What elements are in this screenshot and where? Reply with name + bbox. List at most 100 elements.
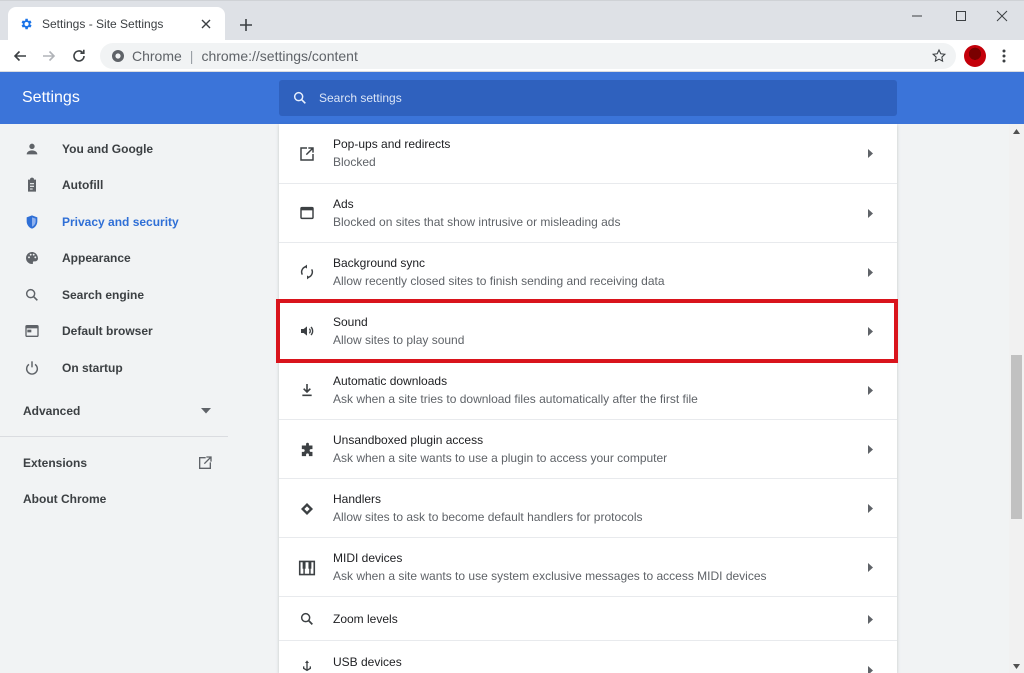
page-title: Settings (22, 89, 80, 106)
search-icon (291, 89, 309, 107)
search-icon (23, 286, 41, 304)
shield-icon (23, 213, 41, 231)
more-menu-icon[interactable] (996, 45, 1012, 67)
sidebar-item-appearance[interactable]: Appearance (0, 240, 230, 276)
row-subtitle: Blocked (333, 155, 376, 169)
volume-icon (297, 321, 317, 341)
browser-window-icon (23, 322, 41, 340)
search-input[interactable]: Search settings (279, 80, 897, 116)
tab-strip: Settings - Site Settings (0, 0, 1024, 41)
row-title: Sound (333, 315, 368, 329)
open-in-new-icon (297, 144, 317, 164)
search-placeholder: Search settings (319, 91, 402, 105)
url-text: chrome://settings/content (201, 48, 358, 64)
advanced-label: Advanced (23, 404, 81, 418)
row-title: Pop-ups and redirects (333, 137, 451, 151)
address-separator: | (189, 48, 194, 64)
sidebar-item-label: On startup (62, 361, 123, 375)
row-subtitle: Allow recently closed sites to finish se… (333, 274, 665, 288)
sidebar-item-you-and-google[interactable]: You and Google (0, 131, 230, 167)
list-item-background-sync[interactable]: Background sync Allow recently closed si… (279, 242, 897, 301)
list-item-automatic-downloads[interactable]: Automatic downloads Ask when a site trie… (279, 360, 897, 419)
site-settings-list: Pop-ups and redirects Blocked Ads Blocke… (279, 124, 897, 673)
chevron-down-icon (200, 405, 212, 417)
row-title: Automatic downloads (333, 374, 448, 388)
sidebar-item-search-engine[interactable]: Search engine (0, 277, 230, 313)
palette-icon (23, 249, 41, 267)
chevron-right-icon (866, 148, 874, 158)
settings-sidebar: You and Google Autofill Privacy and secu… (0, 124, 232, 673)
row-title: Zoom levels (333, 612, 398, 626)
sidebar-item-about-chrome[interactable]: About Chrome (0, 482, 228, 516)
list-item-handlers[interactable]: Handlers Allow sites to ask to become de… (279, 478, 897, 537)
sidebar-item-label: Privacy and security (62, 215, 179, 229)
row-subtitle: Ask when a site tries to download files … (333, 392, 698, 406)
sidebar-item-on-startup[interactable]: On startup (0, 350, 230, 386)
sidebar-item-label: You and Google (62, 142, 154, 156)
list-item-usb-devices[interactable]: USB devices (279, 640, 897, 673)
address-bar[interactable]: Chrome | chrome://settings/content (100, 43, 956, 69)
maximize-icon[interactable] (939, 1, 983, 31)
chevron-right-icon (866, 326, 874, 336)
row-subtitle: Ask when a site wants to use system excl… (333, 569, 767, 583)
list-item-unsandboxed-plugin[interactable]: Unsandboxed plugin access Ask when a sit… (279, 419, 897, 478)
sidebar-item-extensions[interactable]: Extensions (0, 446, 228, 480)
list-item-ads[interactable]: Ads Blocked on sites that show intrusive… (279, 183, 897, 242)
handler-diamond-icon (297, 499, 317, 519)
scrollbar-thumb[interactable] (1011, 355, 1022, 519)
download-icon (297, 380, 317, 400)
sidebar-item-label: Default browser (62, 324, 153, 338)
sidebar-item-label: Appearance (62, 251, 131, 265)
list-item-midi-devices[interactable]: MIDI devices Ask when a site wants to us… (279, 537, 897, 596)
list-item-zoom-levels[interactable]: Zoom levels (279, 596, 897, 640)
bookmark-star-icon[interactable] (930, 47, 948, 65)
sidebar-item-privacy-and-security[interactable]: Privacy and security (0, 204, 230, 240)
row-subtitle: Allow sites to play sound (333, 333, 465, 347)
sidebar-item-default-browser[interactable]: Default browser (0, 313, 230, 349)
sidebar-divider (0, 436, 228, 437)
piano-keys-icon (297, 558, 317, 578)
zoom-icon (297, 609, 317, 629)
chevron-right-icon (866, 614, 874, 624)
gear-icon (18, 16, 34, 32)
row-title: USB devices (333, 655, 402, 669)
scroll-up-arrow-icon[interactable] (1009, 124, 1024, 138)
profile-avatar[interactable] (964, 45, 986, 67)
sidebar-item-autofill[interactable]: Autofill (0, 167, 230, 203)
chevron-right-icon (866, 267, 874, 277)
browser-toolbar: Chrome | chrome://settings/content (0, 40, 1024, 72)
clipboard-icon (23, 176, 41, 194)
list-item-popups[interactable]: Pop-ups and redirects Blocked (279, 124, 897, 183)
advanced-expander[interactable]: Advanced (0, 394, 228, 428)
reload-button[interactable] (67, 44, 91, 68)
chevron-right-icon (866, 665, 874, 673)
back-button[interactable] (8, 44, 32, 68)
row-title: Unsandboxed plugin access (333, 433, 484, 447)
window-icon (297, 203, 317, 223)
minimize-icon[interactable] (895, 1, 939, 31)
chevron-right-icon (866, 562, 874, 572)
chrome-logo-icon (110, 48, 126, 64)
row-title: Ads (333, 197, 354, 211)
chevron-right-icon (866, 385, 874, 395)
new-tab-button[interactable] (235, 14, 257, 36)
open-in-new-icon (196, 454, 214, 472)
forward-button[interactable] (37, 44, 61, 68)
row-subtitle: Blocked on sites that show intrusive or … (333, 215, 621, 229)
row-subtitle: Allow sites to ask to become default han… (333, 510, 643, 524)
row-title: Handlers (333, 492, 382, 506)
row-subtitle: Ask when a site wants to use a plugin to… (333, 451, 668, 465)
close-icon[interactable] (197, 15, 215, 33)
puzzle-icon (297, 440, 317, 460)
sidebar-item-label: Extensions (23, 456, 88, 470)
chevron-right-icon (866, 503, 874, 513)
tab-title: Settings - Site Settings (42, 17, 164, 31)
list-item-sound[interactable]: Sound Allow sites to play sound (279, 301, 897, 360)
chevron-right-icon (866, 444, 874, 454)
power-icon (23, 359, 41, 377)
sidebar-item-label: About Chrome (23, 492, 107, 506)
chevron-right-icon (866, 208, 874, 218)
scroll-down-arrow-icon[interactable] (1009, 659, 1024, 673)
tab-settings[interactable]: Settings - Site Settings (8, 7, 225, 41)
window-close-icon[interactable] (980, 1, 1024, 31)
